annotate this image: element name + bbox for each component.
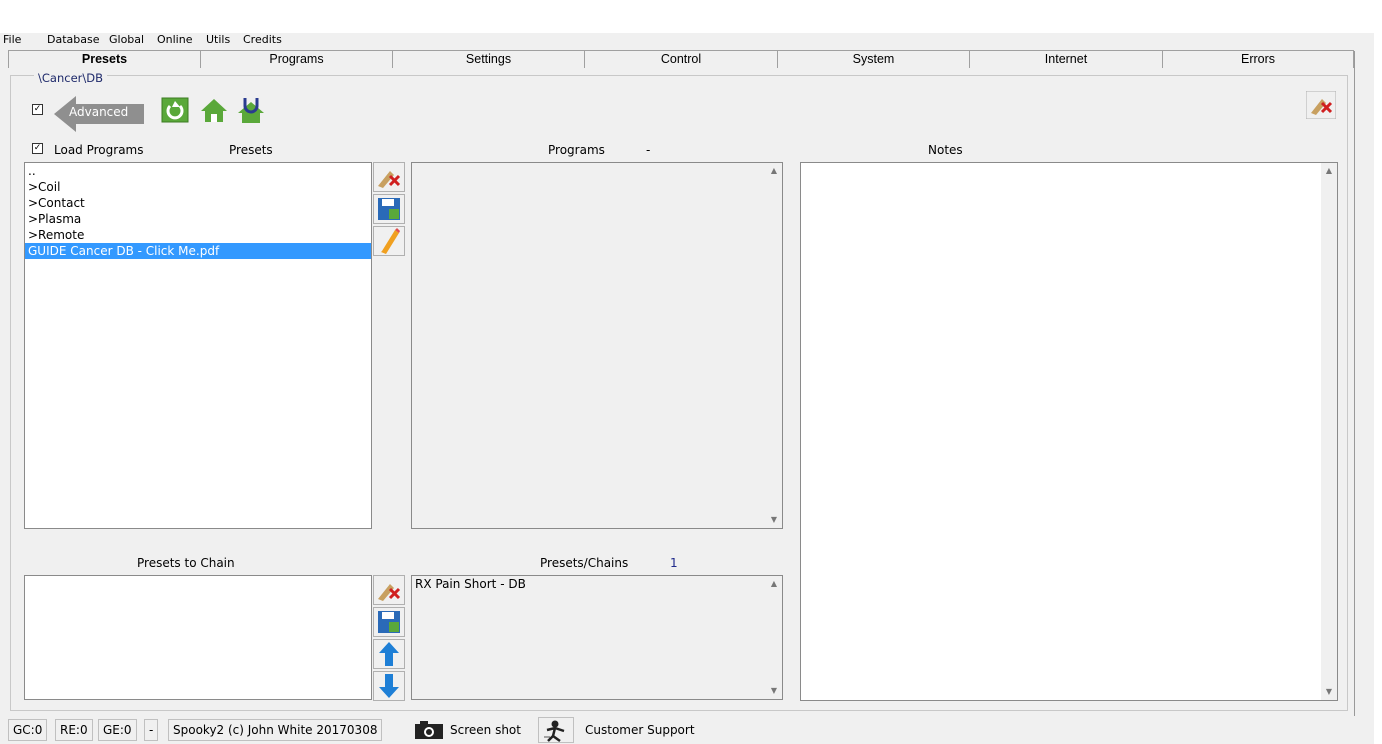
presets-chains-list[interactable]: RX Pain Short - DB ▲ ▼ [411,575,783,700]
list-item[interactable]: RX Pain Short - DB [412,576,782,592]
status-gc: GC:0 [8,719,48,741]
list-item[interactable]: >Contact [25,195,371,211]
tab-control[interactable]: Control [585,50,778,68]
programs-scrollbar[interactable]: ▲ ▼ [766,163,782,528]
scroll-down-icon[interactable]: ▼ [1321,684,1337,700]
advanced-checkbox[interactable]: ✓ [32,104,43,115]
status-copyright: Spooky2 (c) John White 20170308 [168,719,383,741]
advanced-label: Advanced [69,105,129,119]
load-programs-label: Load Programs [54,143,144,157]
status-ge: GE:0 [98,719,137,741]
scroll-down-icon[interactable]: ▼ [766,512,782,528]
status-dash: - [144,719,159,741]
notes-textarea[interactable]: ▲ ▼ [800,162,1338,701]
presets-to-chain-header: Presets to Chain [137,556,235,570]
edit-icon[interactable] [373,226,405,256]
customer-support-button[interactable]: Customer Support [585,723,695,737]
list-item[interactable]: .. [25,163,371,179]
tab-presets[interactable]: Presets [8,50,201,68]
user-home-icon[interactable] [236,96,266,124]
load-programs-checkbox[interactable]: ✓ [32,143,43,154]
scroll-up-icon[interactable]: ▲ [766,163,782,179]
status-bar: GC:0 RE:0 GE:0 - Spooky2 (c) John White … [0,716,1374,744]
menu-file[interactable]: File [3,34,21,46]
app-window: File Database Global Online Utils Credit… [0,33,1374,744]
notes-scrollbar[interactable]: ▲ ▼ [1321,163,1337,700]
programs-count: - [646,143,651,157]
tab-system[interactable]: System [778,50,970,68]
presets-header: Presets [229,143,273,157]
clear-icon[interactable] [373,162,405,192]
save-chain-icon[interactable] [373,607,405,637]
down-arrow-icon[interactable] [373,671,405,701]
clear-chain-icon[interactable] [373,575,405,605]
screenshot-button[interactable]: Screen shot [450,723,521,737]
menu-online[interactable]: Online [157,34,192,46]
clear-all-icon[interactable] [1306,91,1336,119]
list-item-selected[interactable]: GUIDE Cancer DB - Click Me.pdf [25,243,371,259]
presets-list[interactable]: .. >Coil >Contact >Plasma >Remote GUIDE … [24,162,372,529]
tab-internet[interactable]: Internet [970,50,1163,68]
menu-database[interactable]: Database [47,34,100,46]
tab-errors[interactable]: Errors [1163,50,1354,68]
list-item[interactable]: >Coil [25,179,371,195]
menu-bar: File Database Global Online Utils Credit… [0,33,1374,47]
programs-header: Programs [548,143,605,157]
save-icon[interactable] [373,194,405,224]
status-re: RE:0 [55,719,93,741]
support-icon[interactable] [538,717,574,743]
notes-header: Notes [928,143,963,157]
up-arrow-icon[interactable] [373,639,405,669]
list-item[interactable]: >Plasma [25,211,371,227]
scroll-up-icon[interactable]: ▲ [1321,163,1337,179]
presets-chains-header: Presets/Chains [540,556,629,570]
chains-scrollbar[interactable]: ▲ ▼ [766,576,782,699]
tab-settings[interactable]: Settings [393,50,585,68]
programs-list[interactable]: ▲ ▼ [411,162,783,529]
presets-to-chain-list[interactable] [24,575,372,700]
refresh-icon[interactable] [160,96,190,124]
tab-programs[interactable]: Programs [201,50,393,68]
home-icon[interactable] [199,96,229,124]
scroll-up-icon[interactable]: ▲ [766,576,782,592]
tab-bar: Presets Programs Settings Control System… [8,50,1354,68]
presets-chains-count: 1 [670,556,678,570]
menu-utils[interactable]: Utils [206,34,230,46]
window-border [1354,51,1355,716]
scroll-down-icon[interactable]: ▼ [766,683,782,699]
camera-icon[interactable] [414,720,444,740]
menu-global[interactable]: Global [109,34,144,46]
current-path: \Cancer\DB [34,71,107,85]
menu-credits[interactable]: Credits [243,34,282,46]
list-item[interactable]: >Remote [25,227,371,243]
